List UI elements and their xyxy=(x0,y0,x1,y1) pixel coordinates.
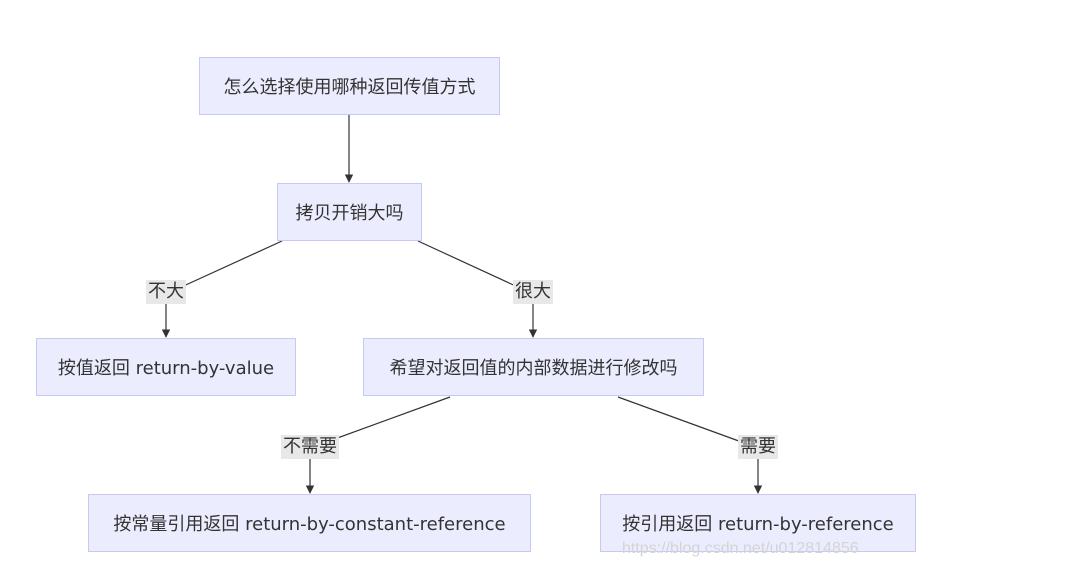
edge-label-need: 需要 xyxy=(738,435,778,459)
node-modify: 希望对返回值的内部数据进行修改吗 xyxy=(363,338,704,396)
node-by-value: 按值返回 return-by-value xyxy=(36,338,296,396)
node-by-const-ref: 按常量引用返回 return-by-constant-reference xyxy=(88,494,531,552)
edge-label-no-need: 不需要 xyxy=(281,435,339,459)
edge-label-not-big: 不大 xyxy=(146,280,186,304)
flowchart: 怎么选择使用哪种返回传值方式 拷贝开销大吗 按值返回 return-by-val… xyxy=(0,0,1072,584)
node-root: 怎么选择使用哪种返回传值方式 xyxy=(199,57,500,115)
edge-label-very-big: 很大 xyxy=(513,280,553,304)
node-copy-cost: 拷贝开销大吗 xyxy=(277,183,422,241)
edge-modify-to-need xyxy=(617,396,759,449)
watermark: https://blog.csdn.net/u012814856 xyxy=(622,540,859,557)
